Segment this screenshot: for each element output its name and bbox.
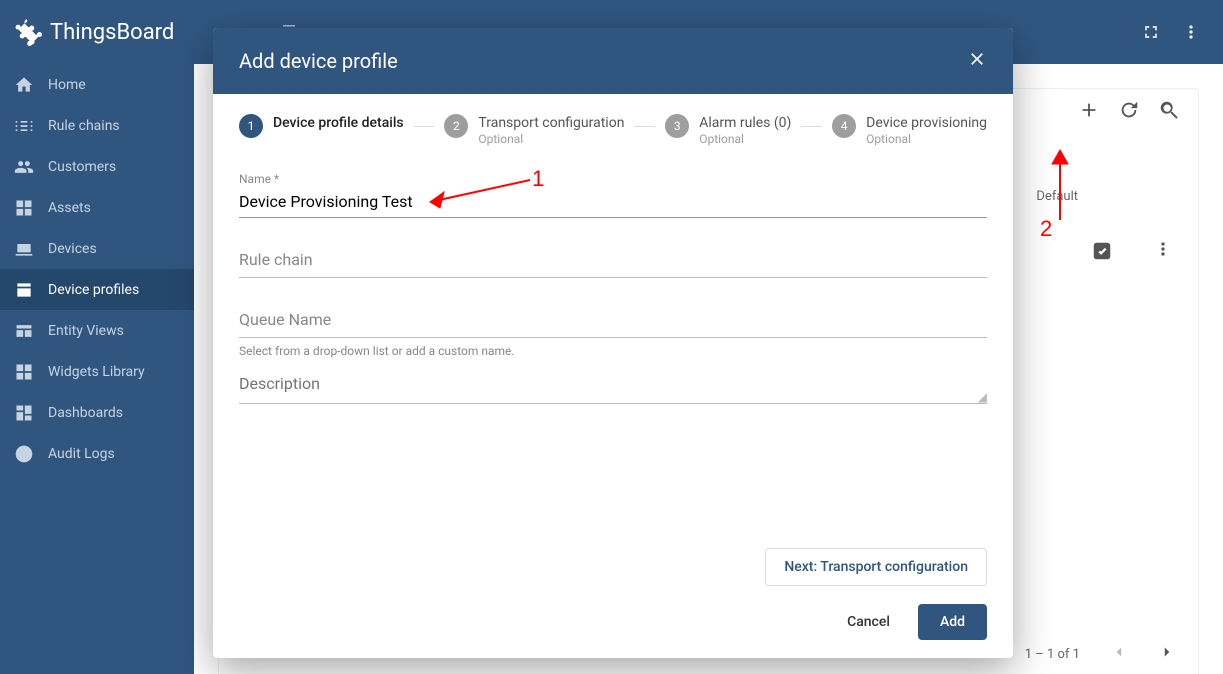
next-page-button[interactable] bbox=[1158, 643, 1176, 665]
device-profiles-icon bbox=[14, 280, 34, 300]
step-device-provisioning[interactable]: 4 Device provisioningOptional bbox=[832, 114, 987, 148]
entity-views-icon bbox=[14, 321, 34, 341]
audit-logs-icon bbox=[14, 444, 34, 464]
step-alarm-rules[interactable]: 3 Alarm rules (0)Optional bbox=[665, 114, 791, 148]
rule-chains-icon bbox=[14, 116, 34, 136]
step-subtitle: Optional bbox=[699, 132, 791, 148]
dashboards-icon bbox=[14, 403, 34, 423]
devices-icon bbox=[14, 239, 34, 259]
next-button[interactable]: Next: Transport configuration bbox=[765, 548, 987, 586]
add-button[interactable] bbox=[1078, 99, 1100, 121]
step-subtitle: Optional bbox=[478, 132, 624, 148]
name-input[interactable] bbox=[239, 188, 987, 218]
sidebar-item-label: Rule chains bbox=[48, 118, 120, 134]
step-connector bbox=[801, 126, 822, 127]
step-title: Transport configuration bbox=[478, 114, 624, 132]
home-icon bbox=[14, 75, 34, 95]
fullscreen-button[interactable] bbox=[1131, 12, 1171, 52]
dialog-header: Add device profile bbox=[213, 28, 1013, 94]
rule-chain-placeholder: Rule chain bbox=[239, 242, 987, 278]
fullscreen-icon bbox=[1141, 22, 1161, 42]
sidebar-item-label: Entity Views bbox=[48, 323, 124, 339]
sidebar-item-widgets-library[interactable]: Widgets Library bbox=[0, 351, 194, 392]
step-title: Device profile details bbox=[273, 114, 404, 132]
stepper: 1 Device profile details 2 Transport con… bbox=[239, 114, 987, 148]
cancel-button[interactable]: Cancel bbox=[833, 604, 904, 640]
step-subtitle: Optional bbox=[866, 132, 987, 148]
prev-page-button[interactable] bbox=[1110, 643, 1128, 665]
dialog-close-button[interactable] bbox=[967, 49, 987, 74]
more-vert-icon bbox=[1181, 22, 1201, 42]
assets-icon bbox=[14, 198, 34, 218]
queue-name-hint: Select from a drop-down list or add a cu… bbox=[239, 344, 987, 358]
sidebar: Home Rule chains Customers Assets Device… bbox=[0, 64, 194, 674]
sidebar-item-label: Dashboards bbox=[48, 405, 123, 421]
more-button[interactable] bbox=[1171, 12, 1211, 52]
widgets-icon bbox=[14, 362, 34, 382]
step-connector bbox=[634, 126, 655, 127]
name-field: Name * bbox=[239, 172, 987, 218]
row-menu-button[interactable] bbox=[1153, 239, 1173, 263]
add-button[interactable]: Add bbox=[918, 604, 987, 640]
name-label: Name * bbox=[239, 172, 987, 186]
column-header-default: Default bbox=[1036, 189, 1078, 204]
sidebar-item-label: Widgets Library bbox=[48, 364, 145, 380]
step-title: Alarm rules (0) bbox=[699, 114, 791, 132]
sidebar-item-dashboards[interactable]: Dashboards bbox=[0, 392, 194, 433]
step-number: 4 bbox=[832, 114, 856, 138]
step-number: 1 bbox=[239, 114, 263, 138]
dialog-title: Add device profile bbox=[239, 49, 398, 73]
queue-name-placeholder: Queue Name bbox=[239, 302, 987, 338]
sidebar-item-label: Home bbox=[48, 77, 86, 93]
add-device-profile-dialog: Add device profile 1 Device profile deta… bbox=[213, 28, 1013, 658]
sidebar-item-label: Customers bbox=[48, 159, 116, 175]
refresh-button[interactable] bbox=[1118, 99, 1140, 121]
search-button[interactable] bbox=[1158, 99, 1180, 121]
step-connector bbox=[414, 126, 435, 127]
sidebar-item-label: Devices bbox=[48, 241, 97, 257]
sidebar-item-customers[interactable]: Customers bbox=[0, 146, 194, 187]
brand-label: ThingsBoard bbox=[50, 20, 174, 45]
step-title: Device provisioning bbox=[866, 114, 987, 132]
brand[interactable]: ThingsBoard bbox=[12, 17, 174, 47]
queue-name-field[interactable]: Queue Name Select from a drop-down list … bbox=[239, 302, 987, 358]
step-number: 3 bbox=[665, 114, 689, 138]
thingsboard-logo-icon bbox=[12, 17, 42, 47]
sidebar-item-label: Assets bbox=[48, 200, 91, 216]
sidebar-item-label: Audit Logs bbox=[48, 446, 115, 462]
step-device-profile-details[interactable]: 1 Device profile details bbox=[239, 114, 404, 138]
sidebar-item-label: Device profiles bbox=[48, 282, 139, 298]
pagination-label: 1 – 1 of 1 bbox=[1025, 647, 1080, 662]
sidebar-item-home[interactable]: Home bbox=[0, 64, 194, 105]
sidebar-item-entity-views[interactable]: Entity Views bbox=[0, 310, 194, 351]
rule-chain-field[interactable]: Rule chain bbox=[239, 242, 987, 278]
sidebar-item-device-profiles[interactable]: Device profiles bbox=[0, 269, 194, 310]
customers-icon bbox=[14, 157, 34, 177]
description-field: ◢ bbox=[239, 368, 987, 408]
row-default-checkbox[interactable] bbox=[1091, 240, 1113, 262]
close-icon bbox=[967, 49, 987, 69]
sidebar-item-devices[interactable]: Devices bbox=[0, 228, 194, 269]
sidebar-item-audit-logs[interactable]: Audit Logs bbox=[0, 433, 194, 474]
sidebar-item-rule-chains[interactable]: Rule chains bbox=[0, 105, 194, 146]
step-number: 2 bbox=[444, 114, 468, 138]
description-textarea[interactable] bbox=[239, 368, 987, 404]
step-transport-configuration[interactable]: 2 Transport configurationOptional bbox=[444, 114, 624, 148]
sidebar-item-assets[interactable]: Assets bbox=[0, 187, 194, 228]
